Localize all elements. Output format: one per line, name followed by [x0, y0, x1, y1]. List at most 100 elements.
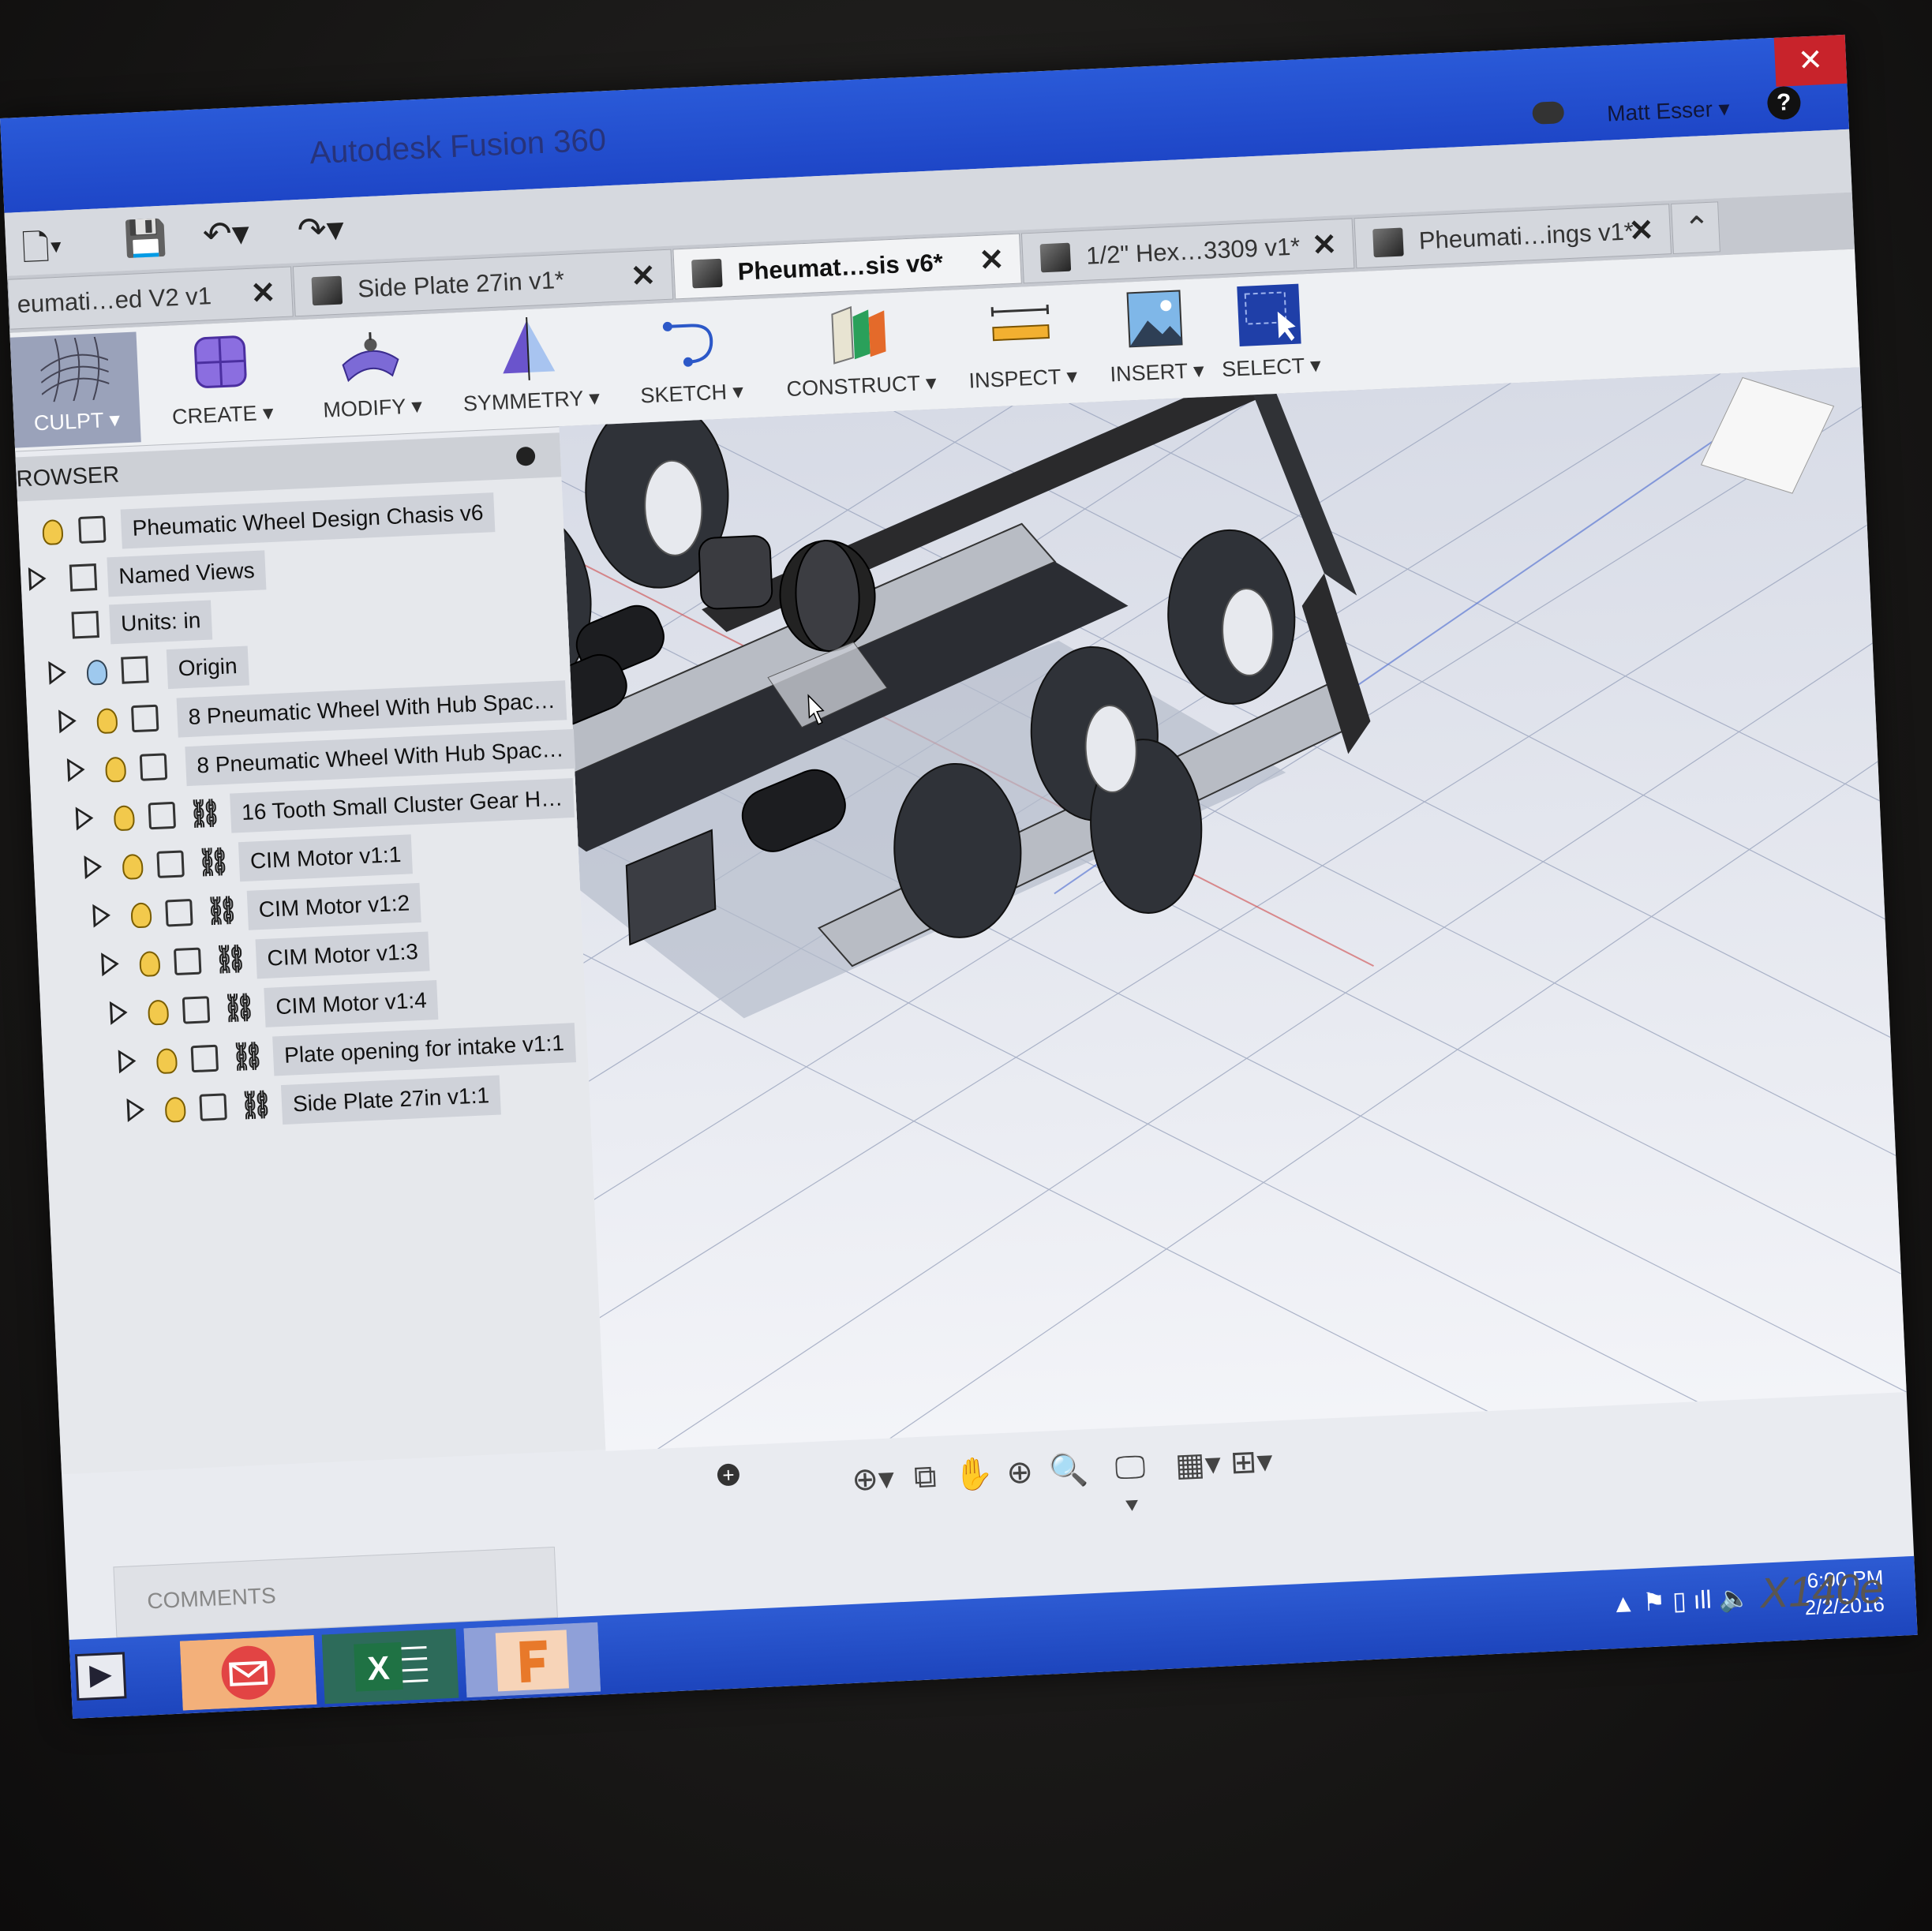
tab-document-1[interactable]: eumati…ed V2 v1 ✕ [7, 266, 294, 330]
browser-panel: ROWSER Pheumatic Wheel Design Chasis v6 … [15, 432, 606, 1475]
canvas-viewport[interactable] [559, 367, 1907, 1451]
link-icon: ⛓ [187, 798, 223, 830]
tree-item-label: CIM Motor v1:1 [238, 834, 414, 882]
visibility-bulb-icon[interactable] [113, 805, 136, 832]
tree-item-component[interactable]: ⛓ Side Plate 27in v1:1 [126, 1072, 586, 1132]
sketch-menu[interactable]: SKETCH ▾ [633, 305, 748, 420]
visibility-bulb-icon[interactable] [86, 659, 108, 686]
model-view[interactable] [559, 367, 1907, 1451]
system-tray-icons[interactable]: ▲ ⚑ ▯ ıll 🔈 [1610, 1582, 1750, 1619]
tab-label: Pheumat…sis v6* [736, 249, 944, 286]
fit-icon[interactable]: 🔍 [1048, 1451, 1089, 1489]
expand-arrow-icon[interactable] [101, 952, 120, 977]
grid-settings-icon[interactable]: ▦▾ [1174, 1446, 1222, 1484]
tree-item-label: CIM Motor v1:3 [255, 931, 430, 979]
visibility-bulb-icon[interactable] [130, 902, 152, 929]
expand-arrow-icon[interactable] [118, 1049, 137, 1074]
inspect-icon [990, 304, 1050, 342]
tree-item-label: Plate opening for intake v1:1 [272, 1023, 576, 1076]
visibility-bulb-icon[interactable] [96, 708, 118, 735]
tab-label: Side Plate 27in v1* [357, 265, 565, 303]
select-menu[interactable]: SELECT ▾ [1216, 278, 1324, 393]
modify-menu[interactable]: MODIFY ▾ [309, 319, 432, 435]
pan-icon[interactable]: ✋ [953, 1456, 994, 1494]
tree-item-label: Side Plate 27in v1:1 [280, 1075, 501, 1125]
create-icon [194, 335, 247, 388]
visibility-bulb-icon[interactable] [155, 1048, 178, 1075]
ribbon-label: SKETCH ▾ [639, 379, 744, 408]
expand-arrow-icon[interactable] [48, 660, 67, 685]
folder-icon [121, 656, 149, 684]
media-player-icon[interactable] [69, 1643, 144, 1716]
modify-icon [342, 331, 399, 383]
visibility-bulb-icon[interactable] [147, 999, 170, 1026]
link-icon: ⛓ [212, 943, 249, 975]
visibility-bulb-icon[interactable] [104, 756, 127, 783]
inspect-menu[interactable]: INSPECT ▾ [956, 289, 1087, 405]
ribbon-label: SELECT ▾ [1221, 353, 1322, 382]
expand-arrow-icon[interactable] [92, 903, 111, 928]
sculpt-icon [39, 336, 110, 402]
component-icon [199, 1093, 227, 1121]
cloud-icon[interactable] [1532, 101, 1565, 125]
visibility-bulb-icon[interactable] [42, 518, 64, 546]
excel-app-icon[interactable]: X [321, 1628, 459, 1705]
link-icon: ⛓ [238, 1089, 275, 1121]
save-icon[interactable]: 💾 [123, 217, 168, 259]
sketch-icon [662, 321, 713, 367]
select-icon [1237, 283, 1301, 347]
document-icon [71, 610, 99, 639]
look-at-icon[interactable]: ⧉ [906, 1458, 944, 1496]
file-icon[interactable]: 🗋▾ [21, 222, 63, 268]
create-menu[interactable]: CREATE ▾ [159, 325, 283, 441]
expand-arrow-icon[interactable] [126, 1097, 145, 1122]
fusion360-app-icon[interactable] [463, 1622, 601, 1698]
expand-arrow-icon[interactable] [28, 566, 47, 591]
component-icon [1372, 227, 1404, 258]
visibility-bulb-icon[interactable] [122, 853, 144, 880]
ribbon-label: INSPECT ▾ [968, 364, 1078, 393]
expand-arrow-icon[interactable] [75, 806, 95, 831]
expand-arrow-icon[interactable] [84, 855, 103, 880]
component-icon [1039, 242, 1072, 273]
tab-close-icon[interactable]: ✕ [1311, 219, 1339, 271]
link-icon: ⛓ [221, 992, 257, 1024]
mail-app-icon[interactable] [179, 1634, 317, 1711]
redo-icon[interactable]: ↷▾ [297, 208, 345, 250]
link-icon: ⛓ [204, 895, 240, 927]
undo-icon[interactable]: ↶▾ [202, 213, 250, 255]
insert-menu[interactable]: INSERT ▾ [1098, 283, 1213, 399]
ribbon-label: SYMMETRY ▾ [462, 385, 601, 416]
ribbon-label: CREATE ▾ [171, 400, 275, 429]
sculpt-menu[interactable]: CULPT ▾ [9, 331, 141, 448]
ribbon-label: CULPT ▾ [33, 407, 121, 436]
tab-close-icon[interactable]: ✕ [978, 234, 1005, 286]
laptop-model-label: X140e [1758, 1564, 1885, 1618]
visibility-bulb-icon[interactable] [139, 950, 161, 978]
component-icon [691, 258, 723, 289]
tab-label: Pheumati…ings v1* [1418, 217, 1634, 255]
tab-close-icon[interactable]: ✕ [1627, 205, 1655, 256]
tree-item-label: 8 Pneumatic Wheel With Hub Spac… [185, 728, 576, 787]
symmetry-menu[interactable]: SYMMETRY ▾ [459, 311, 601, 428]
zoom-icon[interactable]: ⊕ [1001, 1454, 1039, 1491]
expand-arrow-icon[interactable] [66, 757, 86, 782]
expand-arrow-icon[interactable] [58, 709, 77, 734]
visibility-bulb-icon[interactable] [164, 1096, 186, 1123]
collapse-browser-icon[interactable] [515, 446, 536, 466]
orbit-icon[interactable]: ⊕▾ [851, 1461, 895, 1499]
folder-icon [69, 563, 98, 592]
component-icon [130, 704, 159, 733]
tab-close-icon[interactable]: ✕ [249, 268, 277, 319]
user-menu[interactable]: Matt Esser ▾ [1606, 95, 1730, 127]
viewports-icon[interactable]: ⊞▾ [1230, 1443, 1274, 1481]
tab-close-icon[interactable]: ✕ [630, 251, 657, 302]
expand-arrow-icon[interactable] [109, 1000, 129, 1025]
help-icon[interactable]: ? [1766, 85, 1802, 121]
display-settings-icon[interactable]: 🖵▾ [1111, 1449, 1149, 1521]
app-title: Autodesk Fusion 360 [309, 122, 607, 171]
add-comment-icon[interactable]: + [717, 1463, 740, 1487]
tab-overflow-button[interactable]: ⌃ [1671, 201, 1720, 255]
construct-menu[interactable]: CONSTRUCT ▾ [783, 296, 938, 413]
window-close-button[interactable]: ✕ [1773, 34, 1848, 87]
